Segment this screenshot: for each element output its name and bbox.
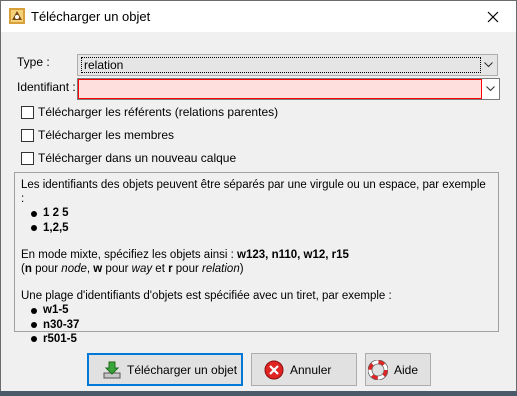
type-label: Type :	[17, 55, 50, 69]
info-range-text: Une plage d'identifiants d'objets est sp…	[21, 290, 392, 303]
title-bar: Télécharger un objet	[1, 1, 516, 32]
bullet-icon	[31, 321, 37, 328]
list-item: r501-5	[31, 332, 492, 346]
mixed-note-part: node	[61, 263, 87, 276]
help-lifebuoy-icon	[368, 359, 388, 380]
list-item: 1 2 5	[31, 206, 492, 220]
chevron-down-icon[interactable]	[481, 79, 499, 99]
cancel-button-label: Annuler	[290, 362, 332, 377]
chevron-down-icon[interactable]	[479, 55, 497, 75]
referrers-checkbox-row[interactable]: Télécharger les référents (relations par…	[21, 105, 278, 119]
example-list-2: w1-5 n30-37 r501-5	[21, 303, 492, 346]
download-icon	[103, 361, 121, 378]
mixed-note-part: )	[239, 263, 244, 276]
help-info-panel: Les identifiants des objets peuvent être…	[14, 172, 499, 345]
mixed-note-part: pour	[31, 263, 62, 276]
close-icon	[487, 11, 499, 22]
mixed-note-part: et	[152, 263, 169, 276]
info-mixed-mode-note: (n pour node, w pour way et r pour relat…	[21, 262, 492, 276]
help-button[interactable]: Aide	[365, 353, 431, 386]
close-button[interactable]	[470, 1, 516, 32]
identifier-label: Identifiant :	[17, 80, 76, 94]
josm-app-icon	[9, 8, 25, 24]
new-layer-checkbox[interactable]	[21, 151, 34, 165]
members-checkbox-row[interactable]: Télécharger les membres	[21, 128, 174, 142]
bullet-icon	[31, 335, 37, 342]
referrers-checkbox[interactable]	[21, 105, 34, 119]
window-title: Télécharger un objet	[31, 9, 151, 24]
mixed-note-part: pour	[102, 263, 132, 276]
info-separator-text: Les identifiants des objets peuvent être…	[21, 179, 486, 206]
mixed-note-part: pour	[172, 263, 202, 276]
bullet-icon	[31, 307, 37, 314]
bullet-icon	[31, 224, 37, 231]
cancel-button[interactable]: Annuler	[251, 353, 357, 386]
list-item: w1-5	[31, 303, 492, 317]
mixed-note-part: w	[93, 263, 103, 276]
help-button-label: Aide	[394, 362, 419, 377]
download-object-dialog: Télécharger un objet Type : relation Ide…	[0, 0, 517, 396]
referrers-checkbox-label: Télécharger les référents (relations par…	[38, 105, 279, 119]
type-select-value: relation	[81, 57, 481, 73]
list-item: n30-37	[31, 318, 492, 332]
background-desktop-strip	[0, 391, 517, 396]
identifier-combo[interactable]	[77, 78, 500, 100]
members-checkbox[interactable]	[21, 128, 34, 142]
new-layer-checkbox-row[interactable]: Télécharger dans un nouveau calque	[21, 151, 236, 165]
info-mixed-mode-text: En mode mixte, spécifiez les objets ains…	[21, 248, 349, 261]
identifier-input[interactable]	[78, 79, 482, 99]
mixed-note-part: way	[131, 263, 153, 276]
new-layer-checkbox-label: Télécharger dans un nouveau calque	[38, 151, 237, 165]
type-select[interactable]: relation	[77, 54, 498, 76]
list-item: 1,2,5	[31, 221, 492, 235]
bullet-icon	[31, 210, 37, 217]
download-object-button[interactable]: Télécharger un objet	[87, 353, 243, 386]
cancel-icon	[264, 360, 284, 379]
members-checkbox-label: Télécharger les membres	[38, 128, 175, 142]
example-list-1: 1 2 5 1,2,5	[21, 206, 492, 234]
mixed-note-part: n	[24, 263, 32, 276]
mixed-note-part: relation	[202, 263, 240, 276]
download-button-label: Télécharger un objet	[127, 362, 238, 377]
